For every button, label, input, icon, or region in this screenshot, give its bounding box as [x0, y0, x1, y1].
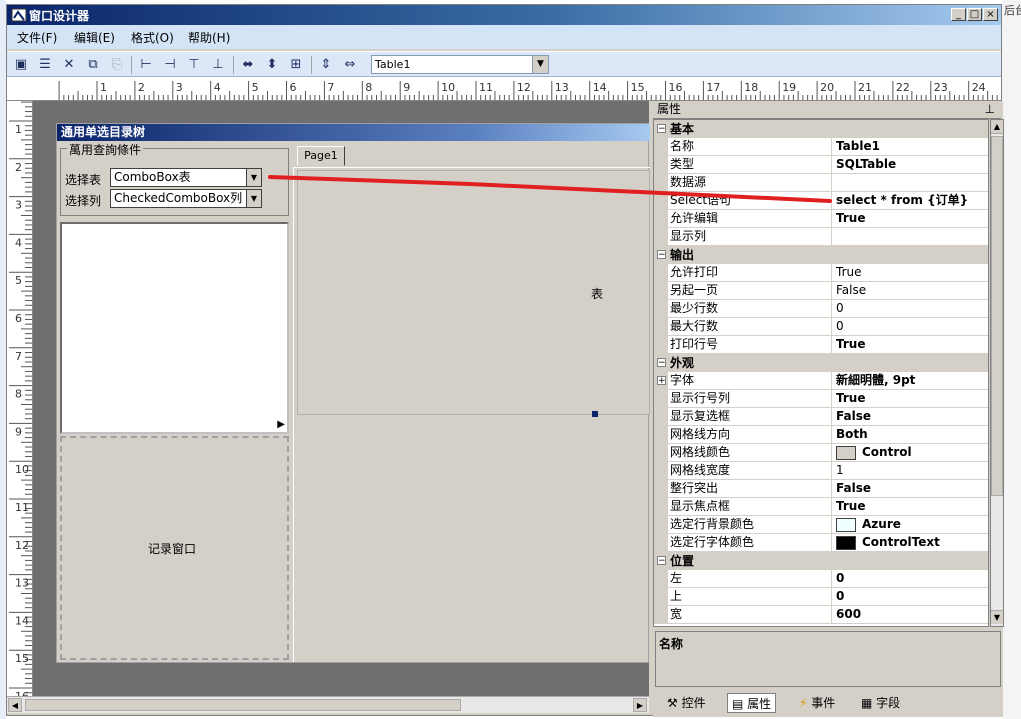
annotation-overlay: [268, 175, 832, 203]
annotation-line: [268, 175, 832, 203]
